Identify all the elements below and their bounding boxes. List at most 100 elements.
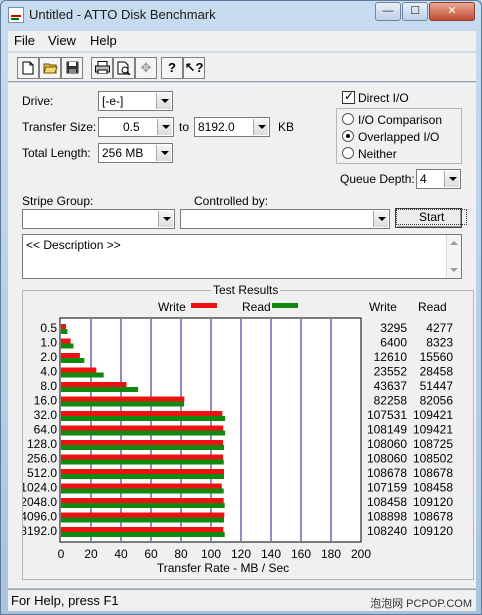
neither-label: Neither (358, 147, 397, 161)
description-scrollbar[interactable] (446, 235, 461, 278)
x-tick-label: 20 (84, 547, 98, 561)
read-bar (61, 459, 224, 465)
stripe-group-select[interactable] (22, 209, 175, 229)
controlled-by-label: Controlled by: (194, 194, 269, 208)
overlapped-io-radio[interactable] (342, 130, 354, 142)
x-tick-label: 40 (114, 547, 128, 561)
overlapped-io-label: Overlapped I/O (358, 130, 440, 144)
write-bar (61, 324, 66, 329)
category-label: 1024.0 (23, 481, 57, 495)
read-bar (61, 517, 225, 523)
scroll-down-icon[interactable] (450, 268, 458, 272)
write-value: 108060 (367, 437, 407, 451)
scroll-up-icon[interactable] (450, 241, 458, 245)
move-icon[interactable]: ✥ (135, 57, 157, 79)
write-value: 108060 (367, 452, 407, 466)
category-label: 2048.0 (23, 495, 57, 509)
chevron-down-icon[interactable] (158, 211, 173, 227)
chevron-down-icon[interactable] (157, 119, 172, 135)
category-label: 2.0 (40, 350, 57, 364)
read-bar (61, 329, 68, 334)
menu-help[interactable]: Help (90, 33, 117, 48)
close-button[interactable]: ✕ (429, 2, 475, 21)
write-bar (61, 469, 225, 474)
write-bar (61, 353, 80, 358)
drive-label: Drive: (22, 94, 54, 108)
x-tick-label: 160 (291, 547, 311, 561)
write-bar (61, 425, 224, 431)
description-box[interactable]: << Description >> (22, 234, 462, 279)
read-value: 109120 (413, 524, 453, 538)
category-label: 4096.0 (23, 510, 57, 524)
category-label: 64.0 (34, 423, 58, 437)
chevron-down-icon[interactable] (156, 93, 171, 109)
write-value: 107531 (367, 408, 407, 422)
category-label: 32.0 (34, 408, 58, 422)
chevron-down-icon[interactable] (156, 145, 171, 161)
context-help-icon[interactable]: ↖? (183, 57, 205, 79)
read-bar (61, 532, 225, 537)
menu-bar: File View Help (8, 31, 476, 51)
read-bar (61, 445, 225, 450)
read-bar (61, 343, 74, 349)
write-bar (61, 367, 97, 373)
chevron-down-icon[interactable] (373, 211, 388, 227)
test-results-panel: Test Results Write Read Write Read 0 20 40… (22, 283, 474, 580)
read-value: 108502 (413, 452, 453, 466)
write-value: 6400 (380, 336, 407, 350)
title-bar[interactable]: Untitled - ATTO Disk Benchmark — ☐ ✕ (1, 1, 481, 29)
read-value: 108725 (413, 437, 453, 451)
watermark-text: 泡泡网 PCPOP.COM (370, 598, 472, 610)
transfer-size-from-select[interactable]: 0.5 (98, 117, 174, 137)
x-axis-label: Transfer Rate - MB / Sec (157, 561, 289, 575)
write-bar (61, 512, 225, 518)
direct-io-label: Direct I/O (358, 91, 409, 105)
help-icon[interactable]: ? (161, 57, 183, 79)
open-icon[interactable] (39, 57, 61, 79)
x-tick-label: 120 (231, 547, 251, 561)
write-bar (61, 411, 223, 416)
chevron-down-icon[interactable] (444, 171, 459, 187)
new-icon[interactable] (17, 57, 39, 79)
read-column-header: Read (418, 300, 447, 314)
read-value: 109421 (413, 423, 453, 437)
write-value: 108149 (367, 423, 407, 437)
save-icon[interactable] (61, 57, 83, 79)
total-length-select[interactable]: 256 MB (98, 143, 173, 163)
menu-view[interactable]: View (48, 33, 76, 48)
to-label: to (179, 120, 190, 134)
read-bar (61, 474, 225, 479)
read-value: 108678 (413, 510, 453, 524)
x-tick-label: 60 (144, 547, 158, 561)
toolbar: ✥ ? ↖? (8, 52, 476, 82)
start-button[interactable]: Start (395, 208, 468, 228)
read-bar (61, 416, 226, 421)
read-value: 108678 (413, 466, 453, 480)
read-bar (61, 430, 226, 436)
write-legend-swatch (191, 303, 217, 308)
transfer-size-to-select[interactable]: 8192.0 (194, 117, 270, 137)
minimize-button[interactable]: — (375, 2, 401, 21)
read-value: 82056 (420, 394, 454, 408)
x-tick-label: 180 (321, 547, 341, 561)
maximize-button[interactable]: ☐ (402, 2, 428, 21)
direct-io-checkbox[interactable]: ✓ (342, 89, 355, 104)
print-preview-icon[interactable] (113, 57, 135, 79)
write-bar (61, 483, 222, 489)
drive-select[interactable]: [-e-] (98, 91, 173, 111)
read-bar (61, 358, 85, 363)
chevron-down-icon[interactable] (253, 119, 268, 135)
io-comparison-radio[interactable] (342, 113, 354, 125)
write-value: 43637 (374, 379, 408, 393)
results-chart: Write Read Write Read 0 20 40 60 80 100 120 140… (23, 300, 454, 575)
print-icon[interactable] (91, 57, 113, 79)
category-label: 0.5 (40, 321, 57, 335)
queue-depth-select[interactable]: 4 (416, 169, 461, 189)
x-tick-label: 0 (58, 547, 65, 561)
read-bar (61, 387, 139, 392)
read-bar (61, 401, 185, 407)
menu-file[interactable]: File (14, 33, 35, 48)
controlled-by-select[interactable] (180, 209, 390, 229)
neither-radio[interactable] (342, 147, 354, 159)
category-label: 4.0 (40, 365, 57, 379)
